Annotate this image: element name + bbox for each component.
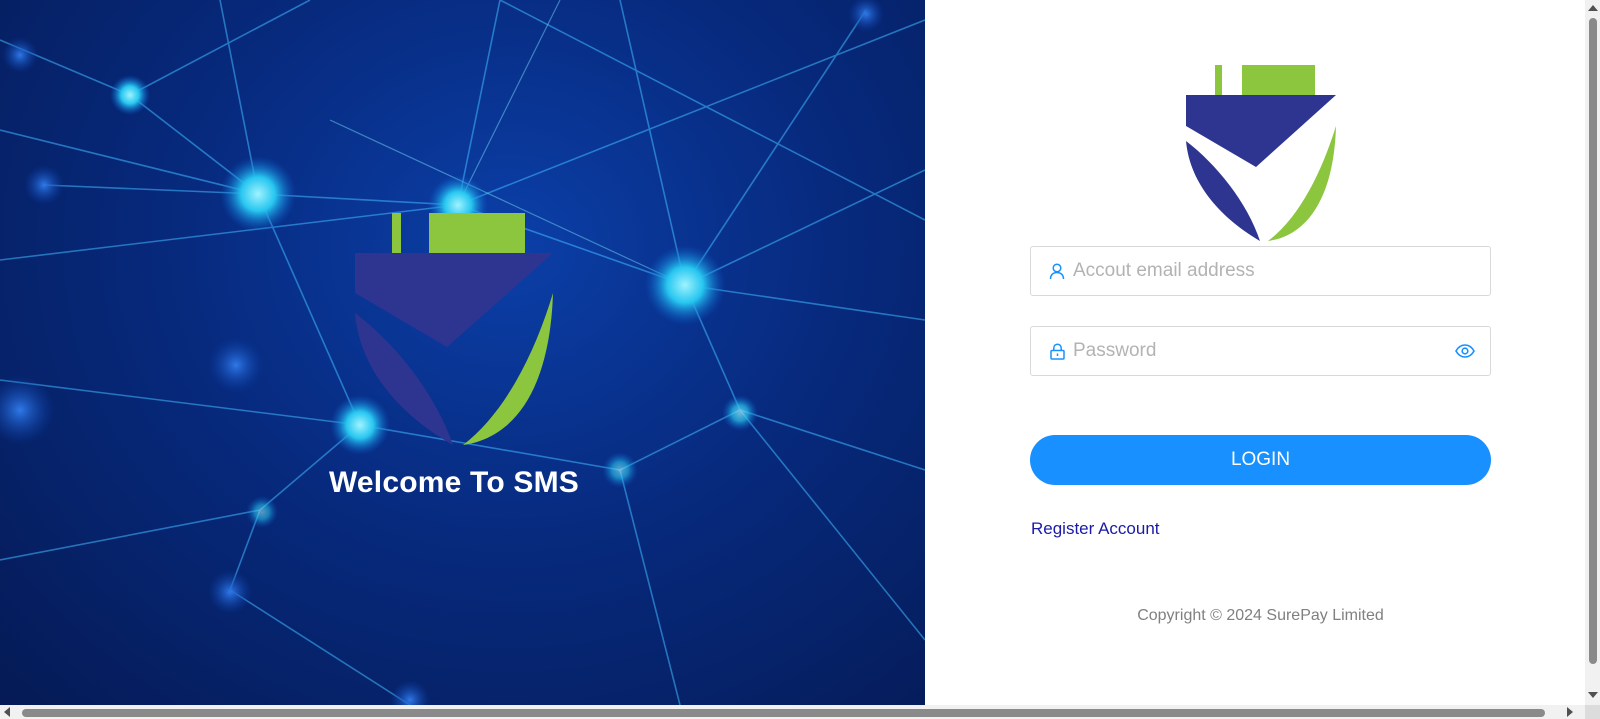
copyright-text: Copyright © 2024 SurePay Limited	[1137, 607, 1384, 624]
email-field[interactable]	[1030, 246, 1491, 296]
lock-icon	[1047, 341, 1067, 361]
surepay-shield-logo-icon	[1186, 65, 1336, 241]
scroll-left-arrow-icon[interactable]	[4, 707, 10, 717]
vertical-scrollbar[interactable]	[1585, 0, 1600, 705]
scroll-up-arrow-icon[interactable]	[1588, 5, 1598, 11]
welcome-title: Welcome To SMS	[328, 466, 580, 499]
vertical-scroll-thumb[interactable]	[1589, 18, 1597, 664]
login-button[interactable]: LOGIN	[1030, 435, 1491, 485]
hero-panel: Welcome To SMS	[0, 0, 925, 705]
surepay-shield-logo-icon	[355, 213, 553, 445]
scroll-right-arrow-icon[interactable]	[1567, 707, 1573, 717]
register-account-link[interactable]: Register Account	[1031, 519, 1160, 539]
horizontal-scroll-thumb[interactable]	[22, 709, 1545, 717]
horizontal-scrollbar[interactable]	[0, 705, 1600, 719]
scrollbar-corner	[1585, 705, 1600, 719]
password-field[interactable]	[1030, 326, 1491, 376]
login-panel: LOGIN Register Account Copyright © 2024 …	[925, 0, 1585, 705]
eye-icon[interactable]	[1454, 340, 1476, 362]
user-icon	[1047, 261, 1067, 281]
scroll-down-arrow-icon[interactable]	[1588, 692, 1598, 698]
password-input[interactable]	[1073, 327, 1454, 375]
email-input[interactable]	[1073, 247, 1490, 295]
